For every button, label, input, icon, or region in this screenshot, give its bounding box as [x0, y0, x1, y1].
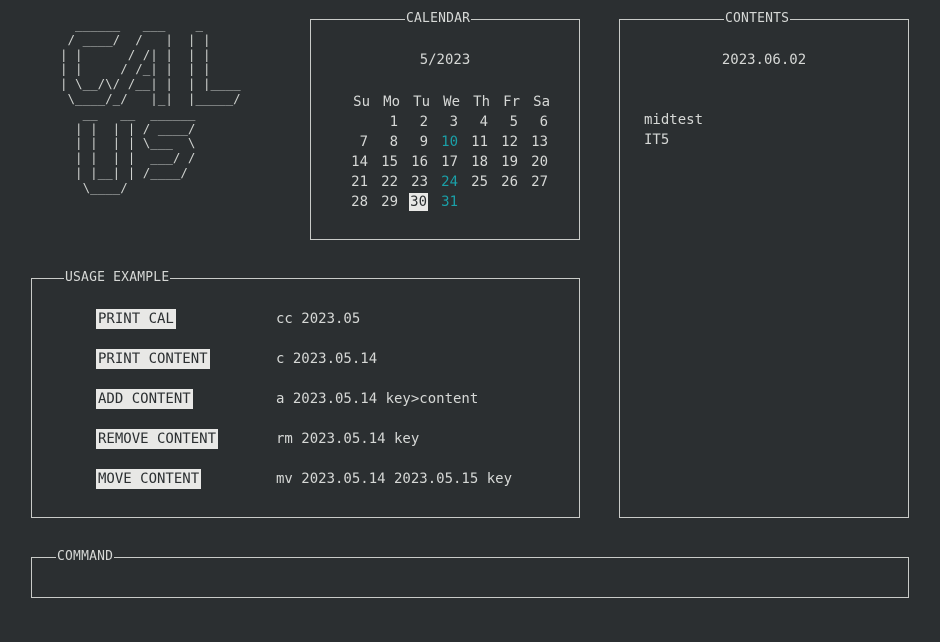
- calendar-day-number: 13: [531, 134, 548, 150]
- usage-label: MOVE CONTENT: [96, 469, 202, 489]
- calendar-day-number: 8: [389, 134, 398, 150]
- calendar-day[interactable]: 31: [433, 192, 463, 212]
- command-title: COMMAND: [56, 549, 115, 565]
- calendar-day-number: 11: [471, 134, 488, 150]
- calendar-day[interactable]: 4: [463, 112, 493, 132]
- calendar-day-number: 9: [419, 134, 428, 150]
- calendar-day[interactable]: 15: [373, 152, 403, 172]
- calendar-day-number: 24: [441, 174, 458, 190]
- calendar-empty-cell: [343, 112, 373, 132]
- calendar-day[interactable]: 24: [433, 172, 463, 192]
- calendar-day[interactable]: 6: [523, 112, 553, 132]
- calendar-weekday-header: Tu: [413, 94, 430, 110]
- calendar-day[interactable]: 18: [463, 152, 493, 172]
- calendar-day-number: 7: [359, 134, 368, 150]
- contents-title: CONTENTS: [724, 11, 791, 27]
- calendar-day[interactable]: 1: [373, 112, 403, 132]
- calendar-title: CALENDAR: [405, 11, 472, 27]
- contents-panel: CONTENTS 2023.06.02 midtest IT5: [619, 11, 909, 518]
- calendar-day[interactable]: 26: [493, 172, 523, 192]
- calendar-weekday-header: Mo: [383, 94, 400, 110]
- calendar-day-number: 3: [449, 114, 458, 130]
- calendar-day-number: 27: [531, 174, 548, 190]
- terminal-screen: ______ ___ _ / ____/ / | | | | | / /| | …: [0, 0, 940, 642]
- usage-command: cc 2023.05: [276, 311, 361, 327]
- calendar-day[interactable]: 25: [463, 172, 493, 192]
- calendar-day[interactable]: 29: [373, 192, 403, 212]
- calendar-day-number: 18: [471, 154, 488, 170]
- calendar-day-number: 15: [381, 154, 398, 170]
- usage-example-panel: USAGE EXAMPLE PRINT CAL cc 2023.05 PRINT C…: [31, 270, 580, 518]
- calendar-day[interactable]: 17: [433, 152, 463, 172]
- calendar-day[interactable]: 30: [403, 192, 433, 212]
- calendar-day-number: 31: [441, 194, 458, 210]
- calendar-day-number: 5: [509, 114, 518, 130]
- calendar-day-number: 22: [381, 174, 398, 190]
- calendar-day-number: 19: [501, 154, 518, 170]
- command-panel: COMMAND: [31, 549, 909, 598]
- usage-command: c 2023.05.14: [276, 351, 378, 367]
- calendar-day[interactable]: 12: [493, 132, 523, 152]
- calendar-day-number: 28: [351, 194, 368, 210]
- content-item[interactable]: IT5: [644, 130, 703, 150]
- calendar-day[interactable]: 5: [493, 112, 523, 132]
- calendar-day-number: 10: [441, 134, 458, 150]
- calendar-day[interactable]: 2: [403, 112, 433, 132]
- calendar-day-number: 6: [539, 114, 548, 130]
- calendar-day-number: 23: [411, 174, 428, 190]
- contents-list: midtest IT5: [644, 110, 703, 150]
- calendar-day[interactable]: 21: [343, 172, 373, 192]
- calendar-day[interactable]: 23: [403, 172, 433, 192]
- content-item[interactable]: midtest: [644, 110, 703, 130]
- calendar-weekday-header: We: [443, 94, 460, 110]
- calendar-weekday-header: Su: [353, 94, 370, 110]
- usage-label: PRINT CAL: [96, 309, 176, 329]
- calendar-day[interactable]: 3: [433, 112, 463, 132]
- calendar-day-number: 29: [381, 194, 398, 210]
- calendar-day-number: 2: [419, 114, 428, 130]
- calendar-weekday-header: Sa: [533, 94, 550, 110]
- calendar-day[interactable]: 20: [523, 152, 553, 172]
- calendar-day[interactable]: 8: [373, 132, 403, 152]
- calendar-day-number: 14: [351, 154, 368, 170]
- contents-date: 2023.06.02: [721, 52, 807, 68]
- calendar-day[interactable]: 14: [343, 152, 373, 172]
- calendar-day-number: 20: [531, 154, 548, 170]
- calendar-day[interactable]: 11: [463, 132, 493, 152]
- calus-ascii-logo: ______ ___ _ / ____/ / | | | | | / /| | …: [60, 17, 241, 195]
- usage-command: rm 2023.05.14 key: [276, 431, 420, 447]
- calendar-weekday-header: Th: [473, 94, 490, 110]
- command-input[interactable]: [40, 568, 900, 590]
- calendar-day[interactable]: 16: [403, 152, 433, 172]
- calendar-day[interactable]: 19: [493, 152, 523, 172]
- usage-label: PRINT CONTENT: [96, 349, 210, 369]
- usage-command: mv 2023.05.14 2023.05.15 key: [276, 471, 513, 487]
- calendar-month-label: 5/2023: [419, 52, 471, 68]
- calendar-day[interactable]: 13: [523, 132, 553, 152]
- usage-title: USAGE EXAMPLE: [64, 270, 171, 286]
- calendar-day-number: 26: [501, 174, 518, 190]
- calendar-grid: Su Mo Tu We Th Fr Sa 1 2 3 4 5 6 7 8 9 10 11 12 13 14 15 16 17 1…: [343, 92, 553, 212]
- calendar-day[interactable]: 27: [523, 172, 553, 192]
- calendar-panel: CALENDAR 5/2023 Su Mo Tu We Th Fr Sa 1 2 3 4 5 6 7 8 9 1…: [310, 11, 580, 240]
- calendar-day-number: 17: [441, 154, 458, 170]
- calendar-day[interactable]: 22: [373, 172, 403, 192]
- calendar-weekday-header: Fr: [503, 94, 520, 110]
- calendar-day[interactable]: 7: [343, 132, 373, 152]
- usage-label: ADD CONTENT: [96, 389, 193, 409]
- calendar-day-number: 30: [409, 193, 428, 211]
- usage-command: a 2023.05.14 key>content: [276, 391, 479, 407]
- calendar-day-number: 12: [501, 134, 518, 150]
- calendar-day[interactable]: 28: [343, 192, 373, 212]
- calendar-day-number: 16: [411, 154, 428, 170]
- calendar-day[interactable]: 10: [433, 132, 463, 152]
- calendar-day[interactable]: 9: [403, 132, 433, 152]
- calendar-day-number: 1: [389, 114, 398, 130]
- usage-label: REMOVE CONTENT: [96, 429, 219, 449]
- calendar-day-number: 4: [479, 114, 488, 130]
- calendar-day-number: 21: [351, 174, 368, 190]
- calendar-day-number: 25: [471, 174, 488, 190]
